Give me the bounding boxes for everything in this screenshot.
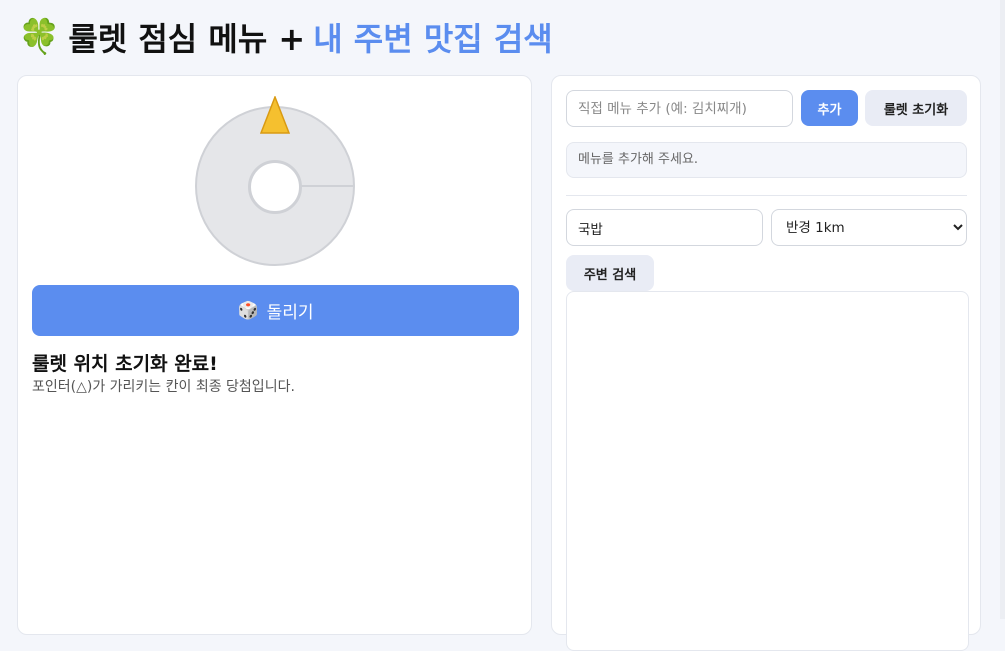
pointer-icon <box>260 96 290 134</box>
menu-input[interactable] <box>566 90 793 127</box>
search-results-area <box>566 291 969 651</box>
roulette-panel: 🎲 돌리기 룰렛 위치 초기화 완료! 포인터(△)가 가리키는 칸이 최종 당… <box>17 75 532 635</box>
divider <box>566 195 967 196</box>
spin-button[interactable]: 🎲 돌리기 <box>32 285 519 336</box>
spin-button-label: 돌리기 <box>266 303 314 323</box>
wheel-hub <box>248 160 302 214</box>
scrollbar-track[interactable] <box>1000 0 1005 619</box>
title-main: 룰렛 점심 메뉴 + <box>68 20 306 58</box>
add-menu-button[interactable]: 추가 <box>801 90 858 126</box>
search-keyword-input[interactable] <box>566 209 763 246</box>
radius-select[interactable]: 반경 1km <box>771 209 967 246</box>
result-title: 룰렛 위치 초기화 완료! <box>32 353 218 375</box>
roulette-wheel <box>195 96 355 271</box>
result-description: 포인터(△)가 가리키는 칸이 최종 당첨입니다. <box>32 379 295 395</box>
control-panel: 추가 룰렛 초기화 메뉴를 추가해 주세요. 반경 1km 주변 검색 <box>551 75 981 651</box>
page-title: 🍀 룰렛 점심 메뉴 + 내 주변 맛집 검색 <box>18 14 553 60</box>
menu-empty-hint: 메뉴를 추가해 주세요. <box>566 142 967 178</box>
title-accent: 내 주변 맛집 검색 <box>313 20 553 58</box>
four-leaf-clover-icon: 🍀 <box>18 17 61 57</box>
nearby-search-button[interactable]: 주변 검색 <box>566 255 654 291</box>
reset-roulette-button[interactable]: 룰렛 초기화 <box>865 90 967 126</box>
dice-icon: 🎲 <box>237 300 259 321</box>
